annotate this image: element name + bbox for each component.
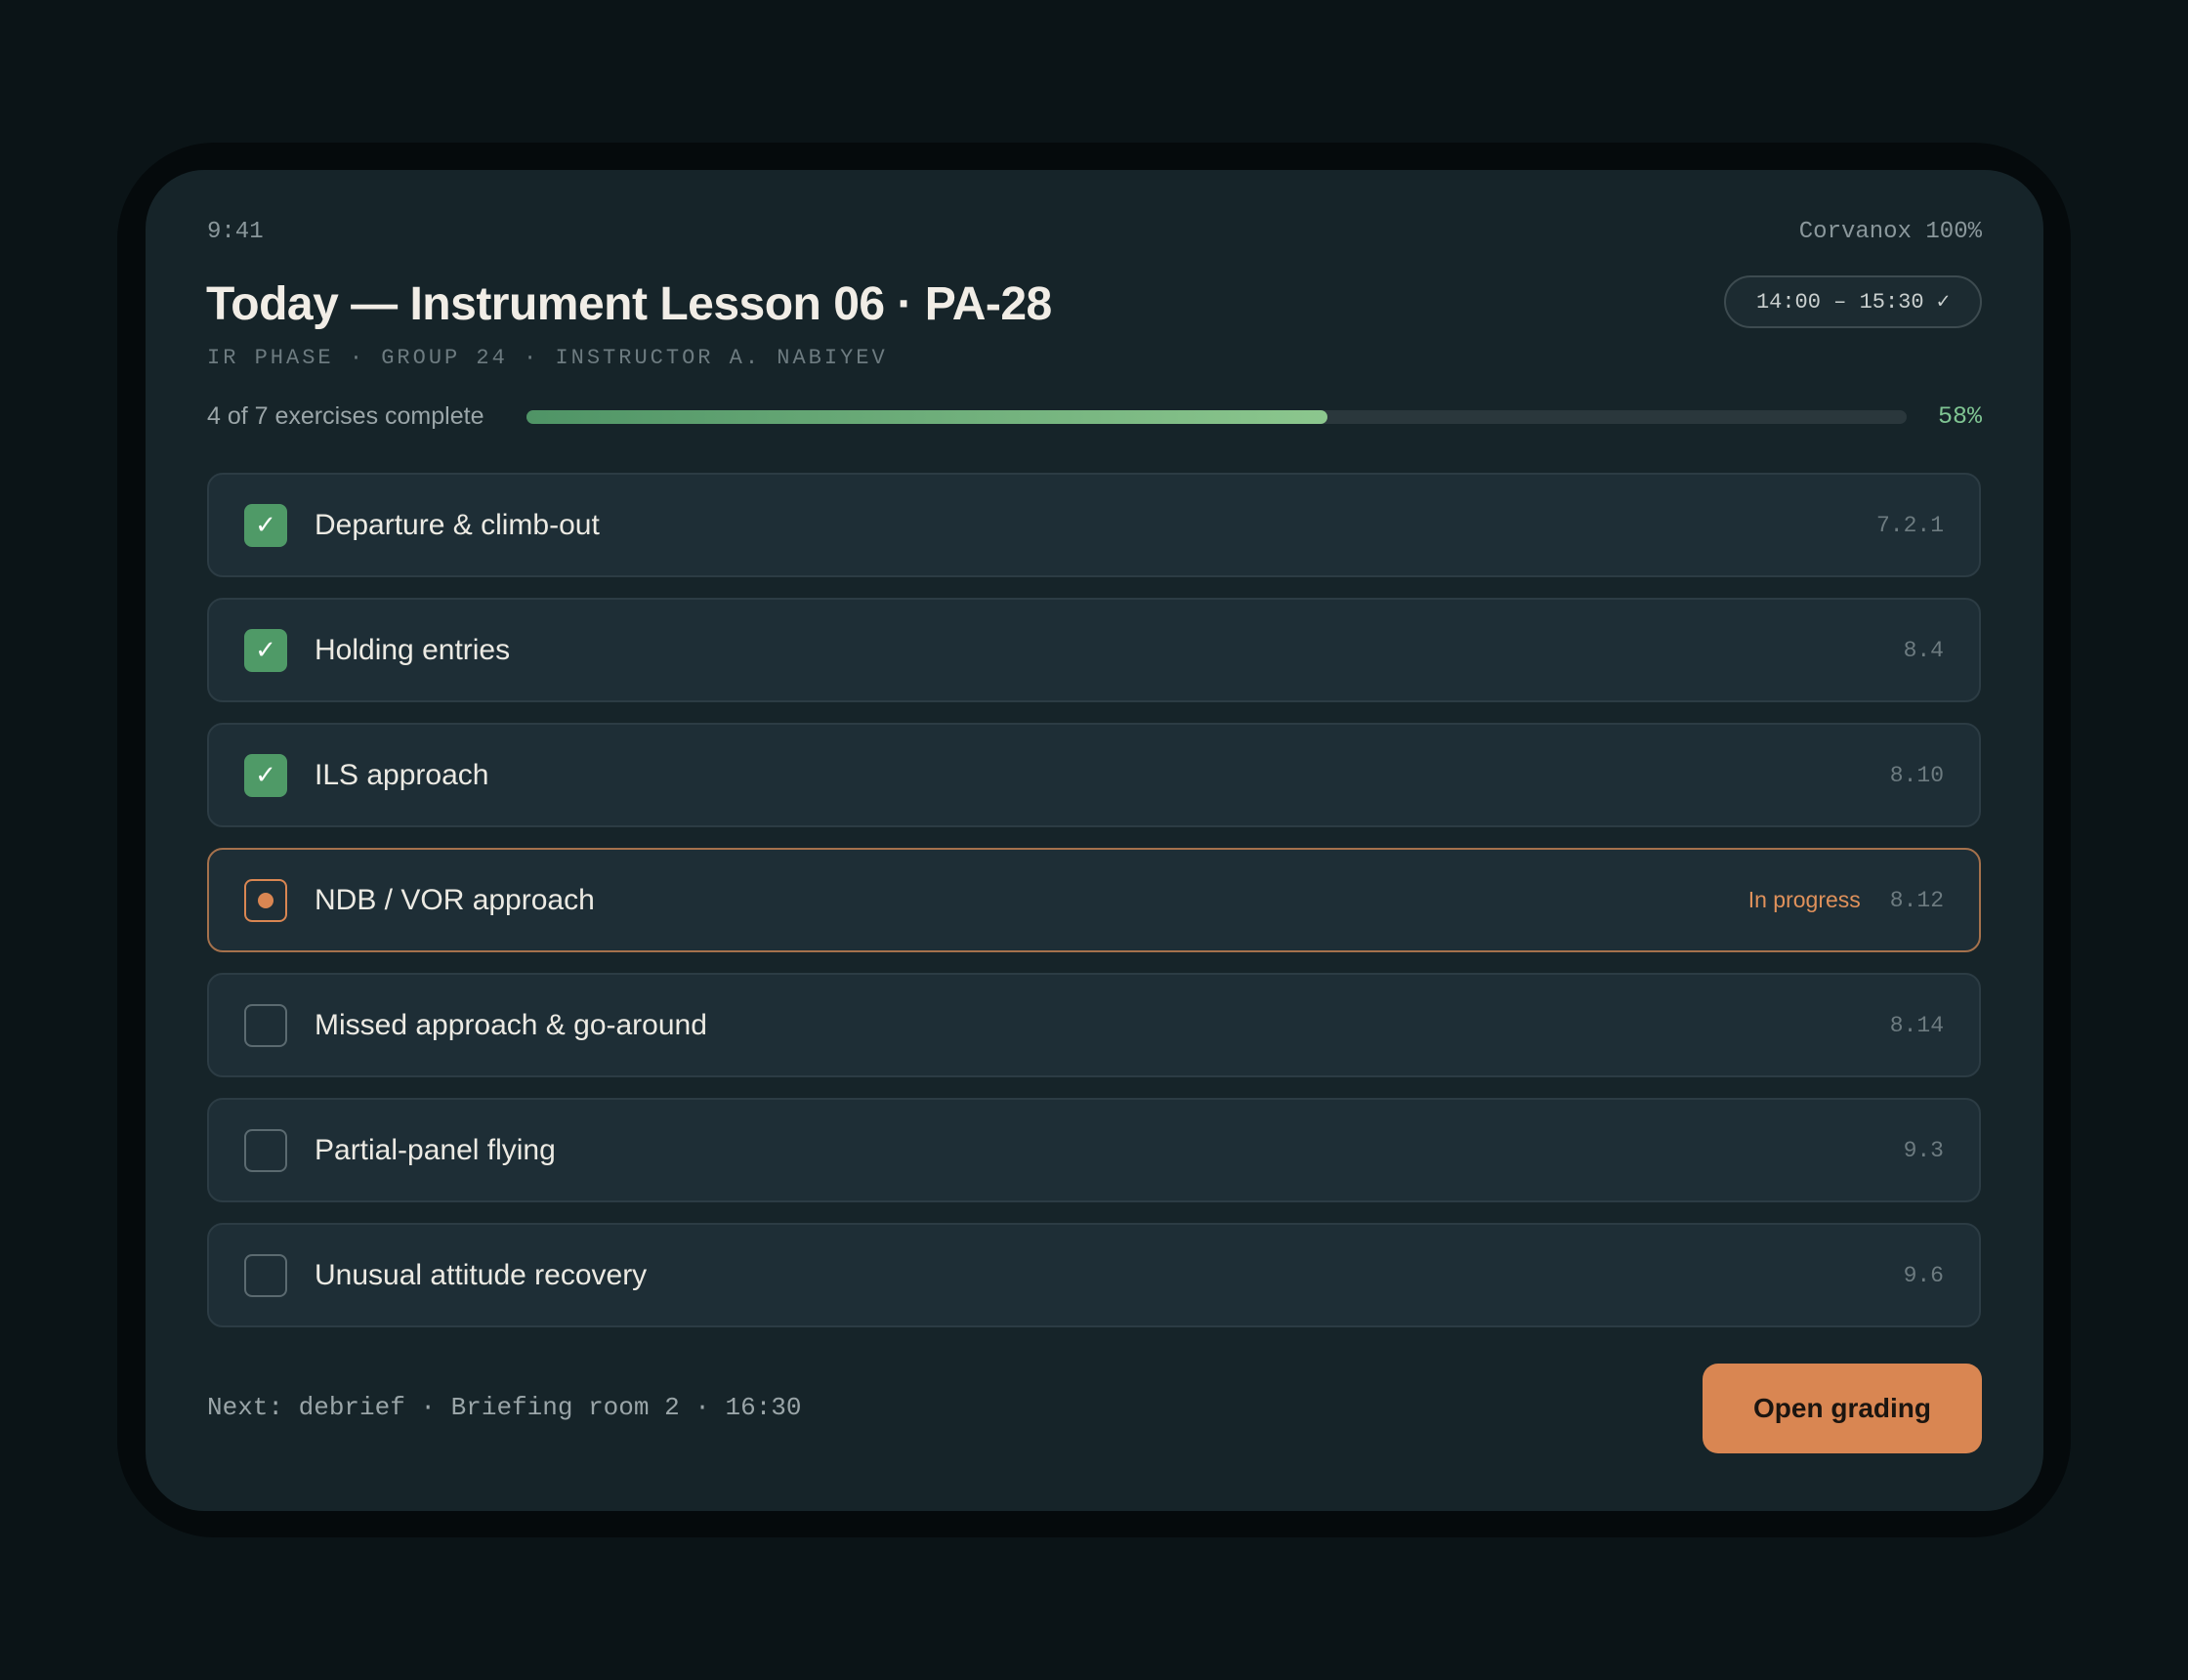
open-grading-button[interactable]: Open grading: [1703, 1364, 1982, 1453]
exercise-code: 8.14: [1889, 1012, 1944, 1038]
exercise-status-badge: In progress: [1747, 887, 1861, 912]
exercise-code: 9.6: [1903, 1262, 1944, 1288]
check-icon: ✓: [255, 635, 276, 665]
lesson-screen: 9:41 Corvanox 100% Today — Instrument Le…: [146, 170, 2043, 1511]
exercise-code: 7.2.1: [1875, 512, 1944, 538]
check-icon: ✓: [255, 510, 276, 540]
progress-bar: [526, 410, 1907, 424]
exercise-label: Partial-panel flying: [315, 1133, 556, 1166]
exercise-checkbox[interactable]: ✓: [244, 503, 287, 547]
exercise-code: 8.12: [1889, 887, 1944, 913]
exercise-row[interactable]: Partial-panel flying 9.3: [207, 1098, 1981, 1202]
page-title: Today — Instrument Lesson 06 · PA-28: [206, 278, 1052, 330]
next-session-info: Next: debrief · Briefing room 2 · 16:30: [207, 1393, 802, 1422]
exercise-row[interactable]: Missed approach & go-around 8.14: [207, 973, 1981, 1077]
exercise-row[interactable]: ✓ ILS approach 8.10: [207, 723, 1981, 827]
status-battery: Corvanox 100%: [1798, 219, 1982, 245]
exercise-label: Departure & climb-out: [315, 508, 600, 541]
progress-bar-fill: [526, 410, 1327, 424]
time-slot-badge[interactable]: 14:00 – 15:30 ✓: [1724, 275, 1982, 328]
exercise-label: Missed approach & go-around: [315, 1008, 707, 1041]
exercise-row[interactable]: Unusual attitude recovery 9.6: [207, 1223, 1981, 1327]
exercise-checkbox[interactable]: [244, 1253, 287, 1297]
exercise-code: 9.3: [1903, 1137, 1944, 1163]
exercise-list: ✓ Departure & climb-out 7.2.1 ✓ Holding …: [207, 473, 1981, 1348]
exercise-label: Unusual attitude recovery: [315, 1258, 648, 1291]
in-progress-dot-icon: [258, 892, 274, 908]
exercise-code: 8.4: [1903, 637, 1944, 663]
exercise-label: NDB / VOR approach: [315, 883, 595, 916]
exercise-checkbox[interactable]: [244, 1003, 287, 1047]
progress-label: 4 of 7 exercises complete: [207, 402, 484, 430]
exercise-code: 8.10: [1889, 762, 1944, 788]
exercise-checkbox[interactable]: ✓: [244, 753, 287, 797]
check-icon: ✓: [255, 760, 276, 790]
lesson-subtitle: IR PHASE · GROUP 24 · INSTRUCTOR A. NABI…: [207, 346, 888, 370]
exercise-checkbox[interactable]: [244, 1128, 287, 1172]
progress-percent: 58%: [1937, 402, 1982, 431]
exercise-row[interactable]: ✓ Departure & climb-out 7.2.1: [207, 473, 1981, 577]
exercise-label: ILS approach: [315, 758, 489, 791]
exercise-checkbox[interactable]: ✓: [244, 628, 287, 672]
exercise-row[interactable]: NDB / VOR approach In progress 8.12: [207, 848, 1981, 952]
status-time: 9:41: [207, 219, 264, 245]
exercise-checkbox[interactable]: [244, 878, 287, 922]
exercise-row[interactable]: ✓ Holding entries 8.4: [207, 598, 1981, 702]
exercise-label: Holding entries: [315, 633, 511, 666]
